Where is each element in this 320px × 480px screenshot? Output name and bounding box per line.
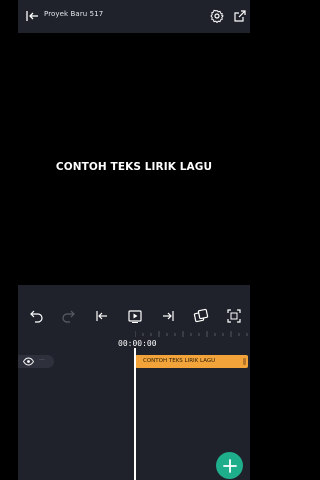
duplicate-button[interactable] — [192, 307, 210, 325]
track-header[interactable]: ··· — [18, 355, 54, 368]
redo-button[interactable] — [60, 307, 78, 325]
gear-icon[interactable] — [210, 8, 224, 24]
redo-icon — [62, 310, 75, 323]
text-clip[interactable]: CONTOH TEKS LIRIK LAGU — [135, 355, 248, 368]
jump-to-start-button[interactable] — [93, 307, 111, 325]
clip-label: CONTOH TEKS LIRIK LAGU — [143, 358, 216, 364]
jump-end-icon — [163, 311, 174, 321]
fit-screen-button[interactable] — [225, 307, 243, 325]
jump-start-icon — [96, 311, 107, 321]
timecode: 00:00:00 — [118, 339, 157, 348]
undo-icon — [30, 310, 43, 323]
undo-button[interactable] — [27, 307, 45, 325]
video-preview[interactable]: CONTOH TEKS LIRIK LAGU — [18, 33, 250, 285]
project-title: Proyek Baru 517 — [44, 10, 104, 18]
eye-icon[interactable] — [23, 357, 34, 366]
exit-icon[interactable] — [25, 8, 39, 22]
playhead[interactable] — [134, 348, 136, 480]
preview-lyric-text: CONTOH TEKS LIRIK LAGU — [55, 161, 213, 173]
plus-icon — [222, 458, 237, 473]
duplicate-icon — [193, 308, 209, 323]
timeline-ruler[interactable] — [135, 331, 250, 339]
jump-to-end-button[interactable] — [159, 307, 177, 325]
clip-trim-handle[interactable] — [243, 358, 246, 365]
crop-icon — [227, 309, 241, 323]
play-button[interactable] — [126, 307, 144, 325]
track-menu[interactable]: ··· — [39, 357, 45, 364]
add-button[interactable] — [216, 452, 243, 479]
top-bar: Proyek Baru 517 — [18, 0, 250, 33]
share-icon[interactable] — [233, 8, 247, 22]
timeline-editor: 00:00:00 ··· CONTOH TEKS LIRIK LAGU — [18, 285, 250, 480]
play-icon — [128, 310, 142, 323]
